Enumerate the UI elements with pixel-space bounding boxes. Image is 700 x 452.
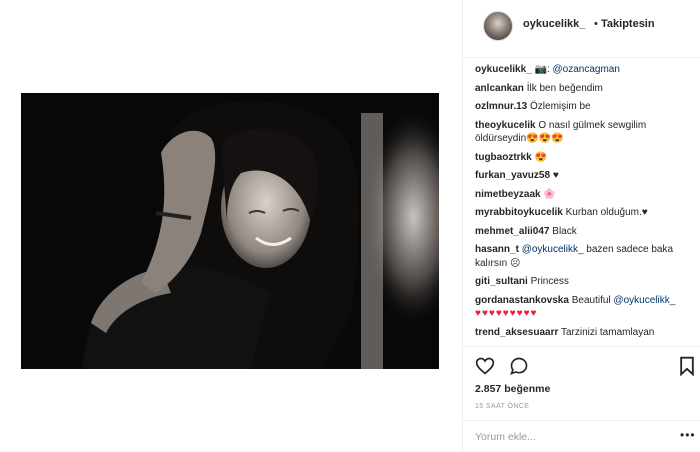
list-item: nimetbeyzaak 🌸 [475, 188, 697, 202]
comment-username[interactable]: theoykucelik [475, 120, 536, 131]
list-item: giti_sultani Princess [475, 275, 697, 289]
comment-text: İlk ben beğendim [526, 82, 603, 94]
heart-emojis: ♥♥♥♥♥♥♥♥♥ [475, 308, 538, 319]
post-sidebar: oykucelikk_ • Takiptesin oykucelikk_ 📷: … [463, 0, 700, 452]
comment-username[interactable]: trend_aksesuaarr [475, 327, 558, 338]
bookmark-icon[interactable] [677, 356, 697, 377]
list-item: tugbaoztrkk 😍 [475, 151, 697, 165]
list-item: hasann_t @oykucelikk_ bazen sadece baka … [475, 243, 697, 270]
comment-username[interactable]: anlcankan [475, 83, 524, 94]
post-photo[interactable] [21, 93, 439, 369]
comment-username[interactable]: gordanastankovska [475, 295, 569, 306]
comment-mention[interactable]: @oykucelikk_ [613, 295, 675, 306]
list-item: furkan_yavuz58 ♥ [475, 169, 697, 183]
divider [463, 346, 700, 347]
more-options-icon[interactable]: ••• [680, 428, 696, 442]
caption: oykucelikk_ 📷: @ozancagman [475, 63, 697, 77]
author-username[interactable]: oykucelikk_ [523, 18, 585, 30]
comment-text: ♥ [552, 170, 559, 181]
avatar[interactable] [483, 11, 513, 41]
list-item: ozlmnur.13 Özlemişim be [475, 100, 697, 114]
comment-username[interactable]: myrabbitoykucelik [475, 207, 563, 218]
list-item: theoykucelik O nasıl gülmek sewgilim öld… [475, 119, 697, 146]
comment-mention[interactable]: @ozancagman [553, 64, 620, 75]
separator-dot: • [594, 18, 598, 30]
comment-input[interactable] [475, 428, 675, 446]
photo-illustration [21, 93, 439, 369]
speech-bubble-icon[interactable] [509, 356, 529, 376]
comment-text: Black [552, 225, 577, 237]
comment-mention[interactable]: @oykucelikk_ [522, 244, 584, 255]
list-item: myrabbitoykucelik Kurban olduğum.♥ [475, 206, 697, 220]
comment-text: Kurban olduğum.♥ [565, 207, 648, 218]
comment-username[interactable]: oykucelikk_ [475, 64, 532, 75]
comment-list[interactable]: oykucelikk_ 📷: @ozancagman anlcankan İlk… [475, 63, 697, 340]
heart-outline-icon[interactable] [475, 356, 495, 376]
follow-status[interactable]: Takiptesin [601, 18, 655, 30]
comment-text: 📷: [534, 64, 553, 75]
photo-area [0, 0, 462, 452]
timestamp[interactable]: 15 SAAT ÖNCE [475, 403, 529, 410]
list-item: trend_aksesuaarr Tarzinizi tamamlayan [475, 326, 697, 340]
comment-text: 😍 [534, 151, 547, 163]
list-item: anlcankan İlk ben beğendim [475, 82, 697, 96]
comment-text: Princess [530, 276, 569, 287]
comment-username[interactable]: nimetbeyzaak [475, 189, 541, 200]
list-item: mehmet_alii047 Black [475, 225, 697, 239]
comment-username[interactable]: mehmet_alii047 [475, 226, 550, 237]
comment-username[interactable]: ozlmnur.13 [475, 101, 527, 112]
comment-username[interactable]: giti_sultani [475, 276, 528, 287]
post-header: oykucelikk_ • Takiptesin [463, 0, 700, 58]
comment-username[interactable]: tugbaoztrkk [475, 152, 532, 163]
comment-username[interactable]: furkan_yavuz58 [475, 170, 550, 181]
comment-text: 🌸 [543, 188, 556, 200]
list-item: gordanastankovska Beautiful @oykucelikk_… [475, 294, 697, 321]
divider [463, 420, 700, 421]
comment-username[interactable]: hasann_t [475, 244, 519, 255]
like-count[interactable]: 2.857 beğenme [475, 383, 550, 395]
comment-text: Özlemişim be [530, 101, 591, 112]
comment-text: Tarzinizi tamamlayan [561, 326, 655, 338]
comment-text: Beautiful [571, 294, 614, 306]
action-bar [475, 356, 697, 378]
